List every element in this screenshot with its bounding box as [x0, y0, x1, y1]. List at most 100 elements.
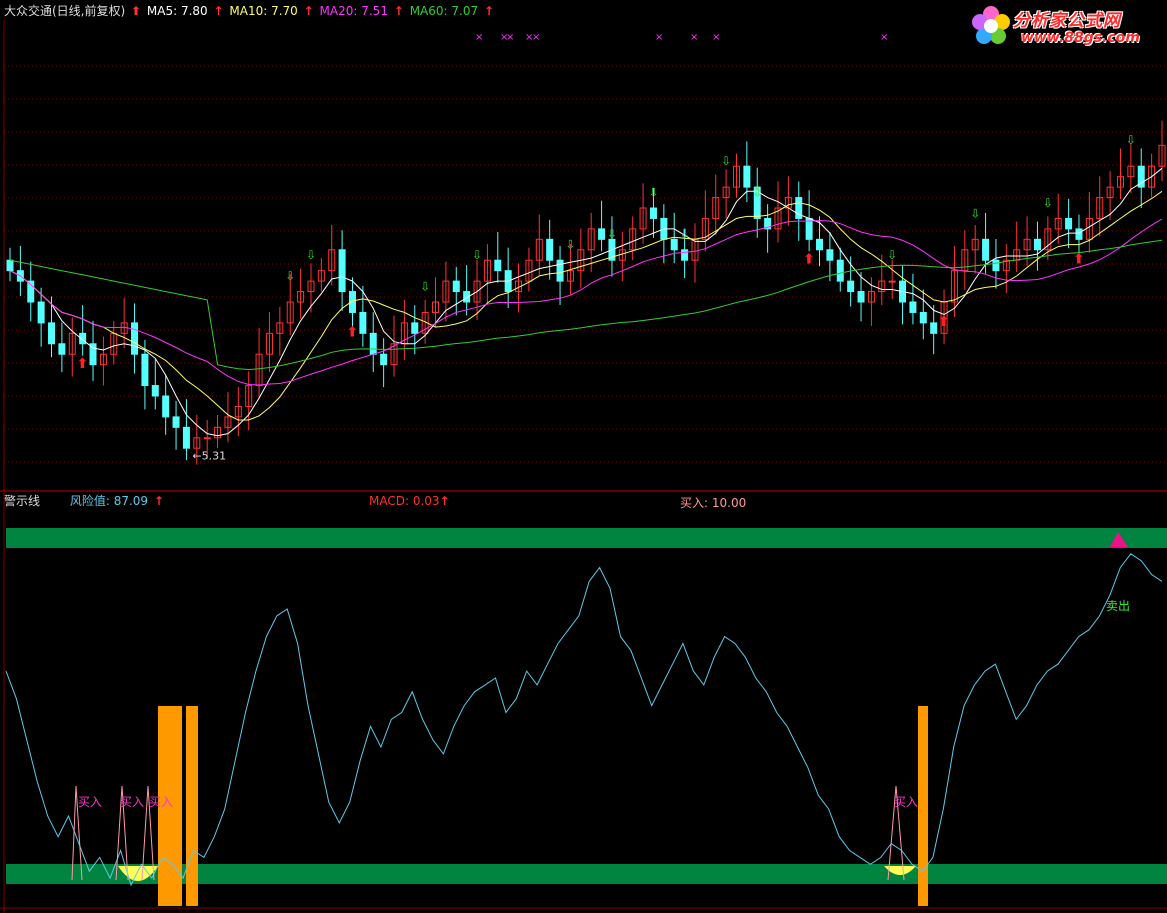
- candle-body: [826, 249, 834, 261]
- candle-body: [141, 353, 149, 387]
- indicator-header: 警示线 风险值: 87.09 ↑: [4, 494, 166, 508]
- arrow-icon: ↑: [483, 4, 494, 18]
- risk-value: 风险值: 87.09: [69, 494, 149, 508]
- candle-body: [151, 385, 159, 397]
- mark-icon: ×: [506, 32, 514, 43]
- ma10-line: [9, 190, 1163, 421]
- arrow-icon: ↑: [153, 494, 164, 508]
- candle-body: [888, 280, 896, 283]
- sell-arrow-icon: ⇩: [752, 185, 762, 199]
- candle-body: [37, 301, 45, 324]
- arrow-icon: ↑: [213, 4, 224, 18]
- arrow-icon: ↑: [393, 4, 404, 18]
- candle-body: [857, 291, 865, 303]
- candle-body: [982, 238, 990, 261]
- candle-body: [670, 238, 678, 251]
- ma5-value: MA5: 7.80: [146, 4, 208, 18]
- sell-arrow-icon: ⇩: [607, 227, 617, 241]
- buy-arrow-icon: ⬆: [1073, 251, 1085, 267]
- top-warning-band: [6, 528, 1167, 548]
- mark-icon: ×: [712, 32, 720, 43]
- mark-icon: ×: [532, 32, 540, 43]
- candle-body: [359, 311, 367, 334]
- sell-arrow-icon: ⇩: [970, 206, 980, 220]
- sell-arrow-icon: ⇩: [306, 248, 316, 262]
- buy-label: 买入: [78, 795, 102, 809]
- main-chart-header: 大众交通(日线,前复权) ⬆ MA5: 7.80 ↑ MA10: 7.70 ↑ …: [4, 4, 496, 18]
- candle-body: [649, 207, 657, 219]
- candle-body: [48, 322, 56, 345]
- ma5-line: [9, 167, 1163, 437]
- candle-body: [919, 311, 927, 324]
- logo-url: www.88gs.com: [1021, 30, 1140, 46]
- macd-value: MACD: 0.03↑: [369, 494, 450, 508]
- sell-arrow-icon: ⇩: [285, 269, 295, 283]
- candle-body: [1075, 228, 1083, 240]
- candle-body: [1065, 217, 1073, 230]
- sell-label: 卖出: [1106, 599, 1130, 613]
- sell-arrow-icon: ⇩: [565, 238, 575, 252]
- candle-body: [369, 332, 377, 355]
- buy-signal-bar: [918, 706, 928, 906]
- ma10-value: MA10: 7.70: [229, 4, 298, 18]
- ma20-line: [9, 218, 1163, 386]
- logo-name: 分析家公式网: [1013, 11, 1121, 31]
- macd-text: MACD: 0.03: [369, 494, 440, 508]
- candle-body: [452, 280, 460, 293]
- candle-body: [380, 353, 388, 366]
- sell-arrow-icon: ⇩: [887, 248, 897, 262]
- sell-arrow-icon: ⇩: [472, 248, 482, 262]
- sell-arrow-icon: ⇩: [648, 185, 658, 199]
- buy-arrow-icon: ⬆: [77, 356, 89, 372]
- buy-arrow-icon: ⬆: [803, 251, 815, 267]
- sell-arrow-icon: ⇩: [680, 227, 690, 241]
- candle-body: [556, 259, 564, 282]
- candle-body: [847, 280, 855, 293]
- sell-arrow-icon: ⇩: [721, 154, 731, 168]
- buy-value: 买入: 10.00: [680, 496, 747, 510]
- buy-arrow-icon: ⬆: [346, 324, 358, 340]
- candle-body: [681, 249, 689, 261]
- mark-icon: ×: [880, 32, 888, 43]
- candle-body: [494, 259, 502, 272]
- arrow-icon: ↑: [303, 4, 314, 18]
- indicator-title: 警示线: [4, 494, 41, 508]
- candle-body: [546, 238, 554, 261]
- buy-arrow-icon: ⬆: [938, 314, 950, 330]
- candle-body: [816, 238, 824, 251]
- candle-body: [598, 228, 606, 240]
- mark-icon: ×: [690, 32, 698, 43]
- candle-body: [411, 322, 419, 334]
- buy-signal-bar: [186, 706, 198, 906]
- candle-body: [338, 249, 346, 293]
- stock-title: 大众交通(日线,前复权): [4, 4, 126, 18]
- candle-body: [930, 322, 938, 334]
- buy-label: 买入: [894, 795, 918, 809]
- candle-body: [743, 165, 751, 188]
- sell-arrow-icon: ⇩: [1043, 196, 1053, 210]
- buy-label: 买入: [120, 795, 144, 809]
- mark-icon: ×: [655, 32, 663, 43]
- candle-body: [909, 301, 917, 313]
- buy-label: 买入: [149, 795, 173, 809]
- ma20-value: MA20: 7.51: [319, 4, 388, 18]
- candle-body: [992, 259, 1000, 272]
- flower-icon: [972, 6, 1010, 44]
- sell-arrow-icon: ⇩: [1126, 133, 1136, 147]
- candle-body: [182, 426, 190, 449]
- up-arrow-icon: ⬆: [131, 4, 142, 18]
- candle-body: [1033, 238, 1041, 251]
- ma60-value: MA60: 7.07: [409, 4, 479, 18]
- low-price-label: ←5.31: [192, 450, 226, 463]
- candle-body: [203, 437, 211, 440]
- logo: 分析家公式网 www.88gs.com: [965, 2, 1161, 52]
- chart-canvas: ←5.31⬆⬆⬆⬆⬆⇩⇩⇩⇩⇩⇩⇩⇩⇩⇩⇩⇩⇩⇩× ×× ×× × × × ×买入 买入 买入买…: [0, 20, 1167, 913]
- candle-body: [58, 343, 66, 355]
- arrow-icon: ↑: [439, 494, 450, 508]
- sell-arrow-icon: ⇩: [420, 279, 430, 293]
- candle-body: [6, 259, 14, 272]
- candle-body: [172, 416, 180, 428]
- mark-icon: ×: [475, 32, 483, 43]
- candle-body: [131, 322, 139, 355]
- candle-body: [836, 259, 844, 282]
